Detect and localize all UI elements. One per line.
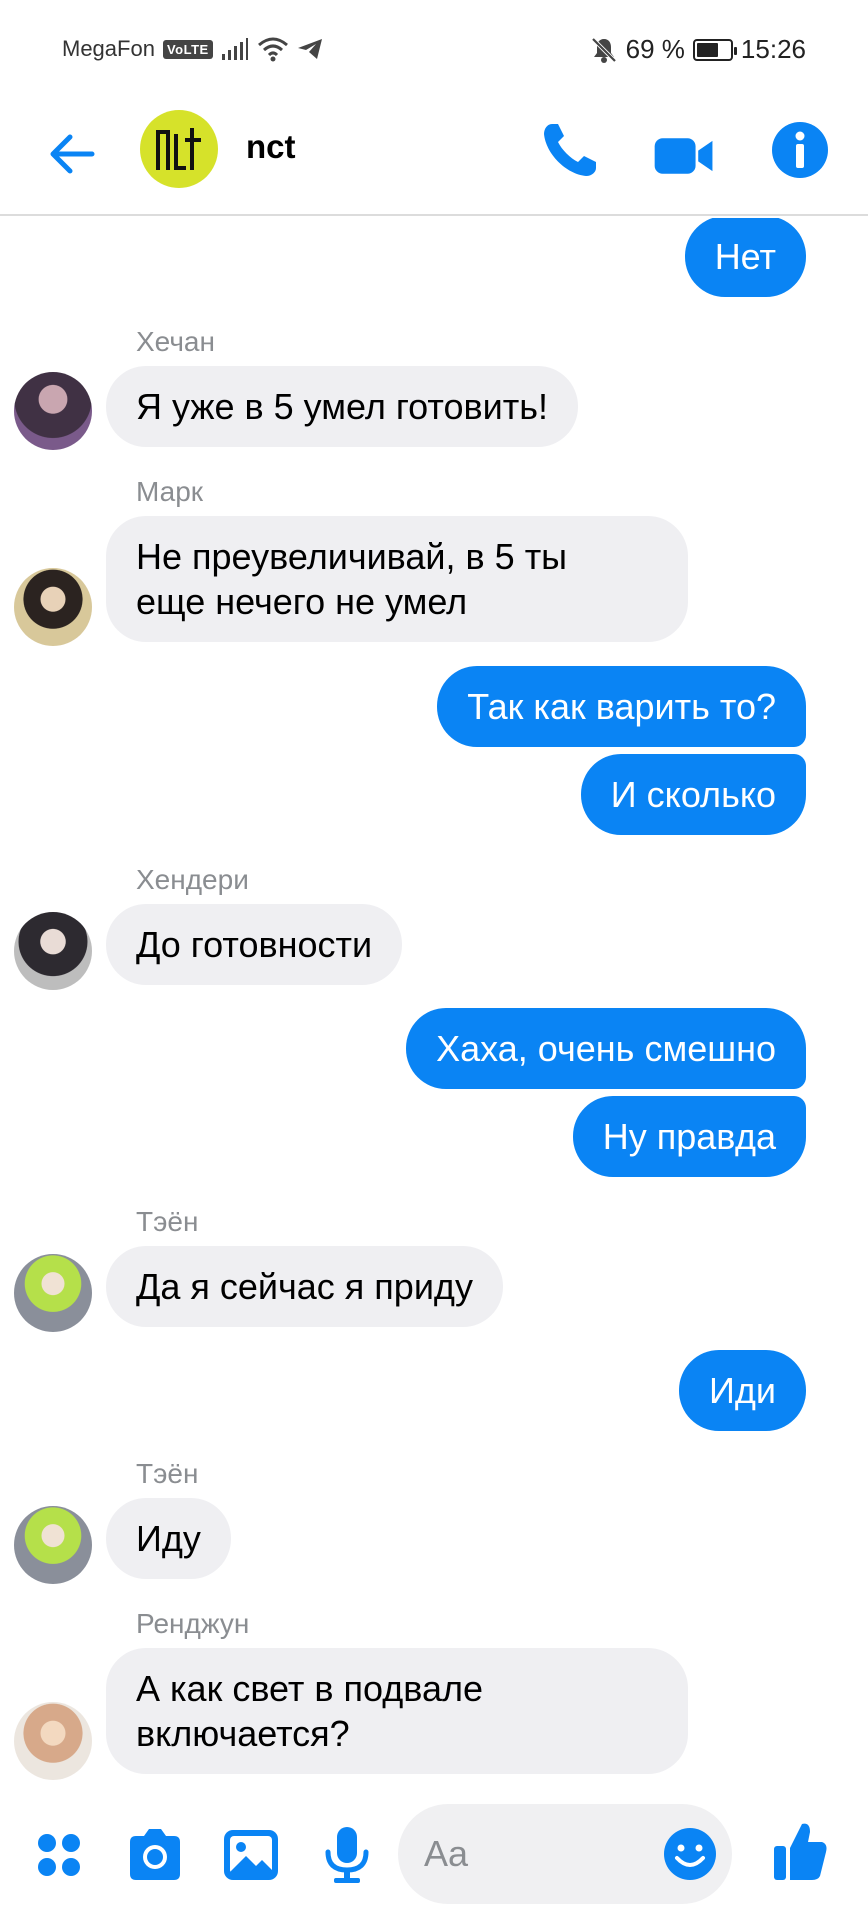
apps-grid-icon[interactable] <box>28 1824 90 1886</box>
microphone-icon[interactable] <box>316 1824 378 1886</box>
outgoing-message[interactable]: Хаха, очень смешно <box>406 1008 806 1089</box>
gallery-icon[interactable] <box>220 1824 282 1886</box>
incoming-message[interactable]: Я уже в 5 умел готовить! <box>106 366 578 447</box>
message-input-container[interactable] <box>398 1804 732 1904</box>
avatar-renjun[interactable] <box>14 1702 92 1780</box>
incoming-message[interactable]: А как свет в подвале включается? <box>106 1648 688 1774</box>
avatar-taeyong[interactable] <box>14 1254 92 1332</box>
battery-percent: 69 % <box>625 34 685 64</box>
message-input[interactable] <box>424 1828 624 1880</box>
avatar-haechan[interactable] <box>14 372 92 450</box>
message-text: До готовности <box>136 924 373 965</box>
message-list[interactable]: Нет Хечан Я уже в 5 умел готовить! Марк … <box>0 218 868 1796</box>
message-text: Ну правда <box>602 1116 776 1157</box>
sender-name: Марк <box>136 476 204 507</box>
thumbs-up-icon[interactable] <box>770 1818 830 1884</box>
bell-muted-icon <box>591 37 617 63</box>
message-line: включается? <box>136 1713 350 1754</box>
incoming-message[interactable]: Иду <box>106 1498 231 1579</box>
message-line: Не преувеличивай, в 5 ты <box>136 536 568 577</box>
status-right: 69 % 15:26 <box>590 34 806 65</box>
message-text: Иду <box>136 1518 201 1559</box>
outgoing-message[interactable]: Нет <box>684 218 806 297</box>
battery-icon <box>692 38 737 61</box>
battery-fill <box>696 42 719 57</box>
incoming-message[interactable]: Да я сейчас я приду <box>106 1246 503 1327</box>
clock: 15:26 <box>740 34 806 64</box>
video-camera-icon[interactable] <box>652 124 716 188</box>
message-line: А как свет в подвале <box>136 1668 483 1709</box>
status-bar: MegaFon VoLTE 69 % 15:26 <box>0 0 868 100</box>
carrier-label: MegaFon <box>62 36 155 61</box>
message-text: Я уже в 5 умел готовить! <box>136 386 548 427</box>
message-text: Хаха, очень смешно <box>436 1028 776 1069</box>
nct-logo-icon <box>156 128 201 170</box>
incoming-message[interactable]: Не преувеличивай, в 5 ты еще нечего не у… <box>106 516 688 642</box>
message-text: Нет <box>714 236 776 277</box>
incoming-message[interactable]: До готовности <box>106 904 403 985</box>
message-text: Да я сейчас я приду <box>136 1266 473 1307</box>
back-arrow-icon[interactable] <box>44 126 100 182</box>
avatar-mark[interactable] <box>14 568 92 646</box>
volte-badge: VoLTE <box>162 39 213 59</box>
chat-header: nct <box>0 100 868 216</box>
outgoing-message[interactable]: Ну правда <box>572 1096 806 1177</box>
status-left: MegaFon VoLTE <box>62 36 323 62</box>
info-icon[interactable] <box>770 120 830 180</box>
avatar-hendery[interactable] <box>14 912 92 990</box>
avatar-taeyong[interactable] <box>14 1506 92 1584</box>
signal-icon <box>221 38 248 60</box>
message-line: еще нечего не умел <box>136 581 468 622</box>
telegram-icon <box>297 39 322 59</box>
sender-name: Хендери <box>136 864 249 895</box>
wifi-icon <box>257 37 288 62</box>
sender-name: Хечан <box>136 326 215 357</box>
group-avatar[interactable] <box>140 110 218 188</box>
phone-icon[interactable] <box>538 118 602 182</box>
conversation-title[interactable]: nct <box>246 128 296 166</box>
outgoing-message[interactable]: Иди <box>679 1350 806 1431</box>
message-text: Иди <box>709 1370 776 1411</box>
sender-name: Ренджун <box>136 1608 250 1639</box>
sender-name: Тэён <box>136 1206 199 1237</box>
camera-icon[interactable] <box>124 1824 186 1886</box>
composer-bar <box>0 1796 868 1920</box>
outgoing-message[interactable]: Так как варить то? <box>437 666 806 747</box>
message-text: И сколько <box>610 774 776 815</box>
message-text: Так как варить то? <box>467 686 776 727</box>
sender-name: Тэён <box>136 1458 199 1489</box>
outgoing-message[interactable]: И сколько <box>580 754 806 835</box>
emoji-icon[interactable] <box>662 1826 718 1882</box>
